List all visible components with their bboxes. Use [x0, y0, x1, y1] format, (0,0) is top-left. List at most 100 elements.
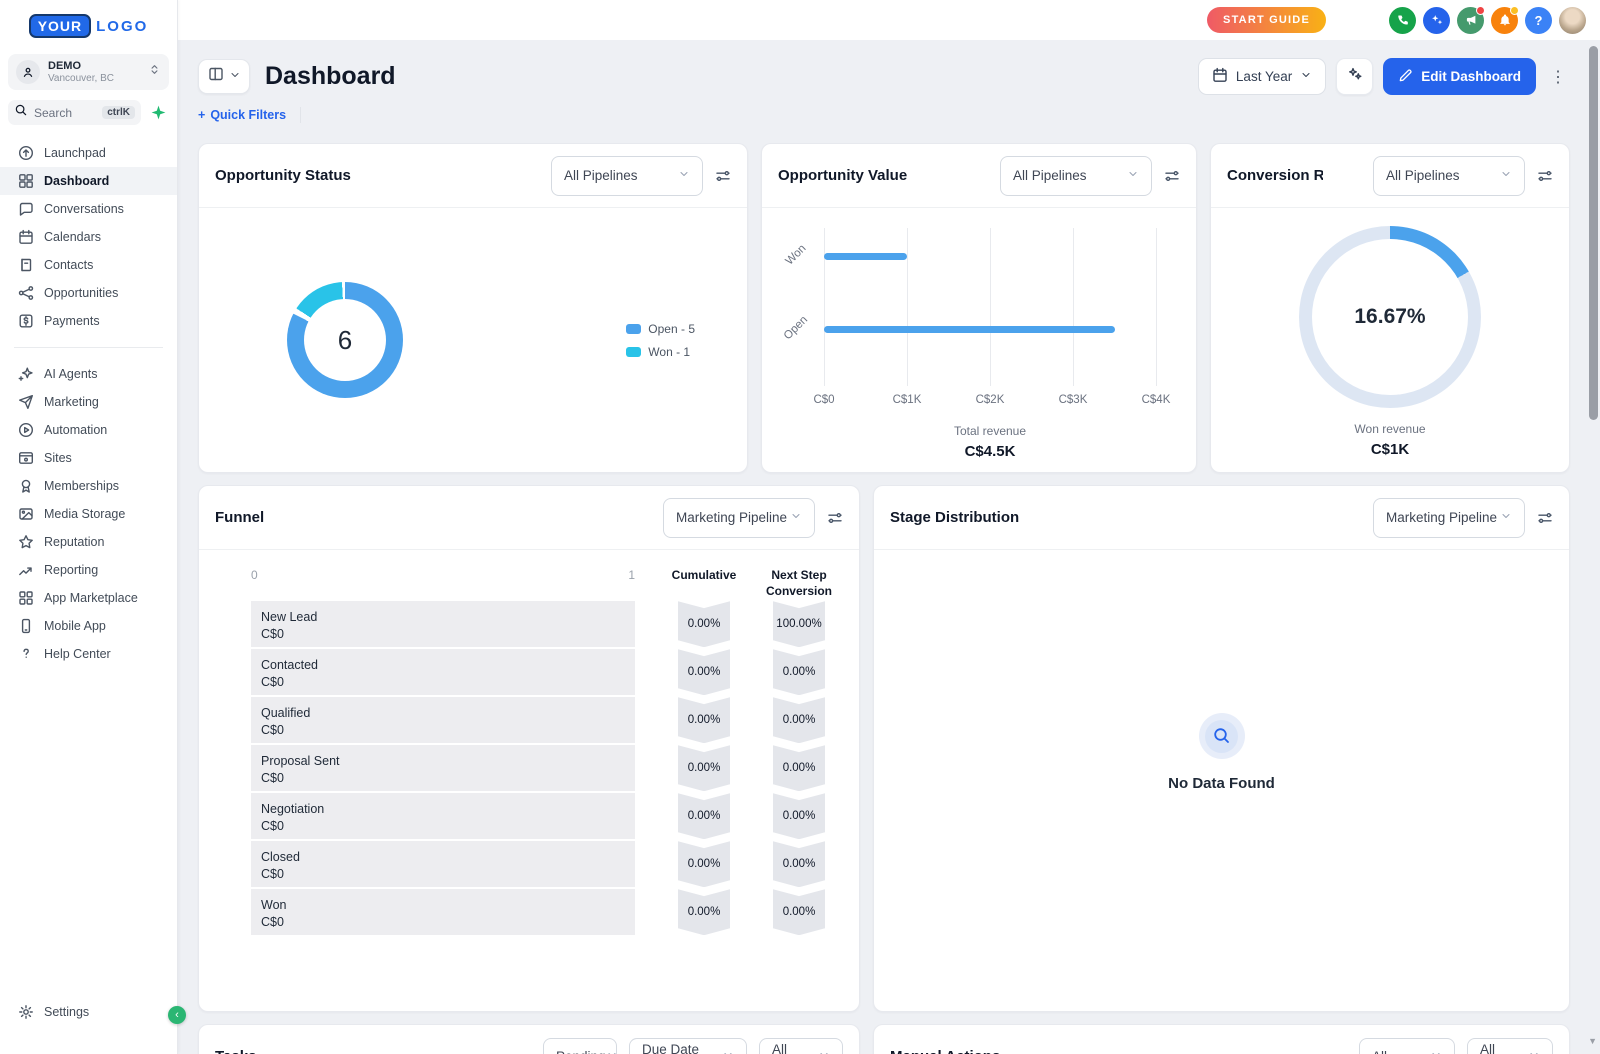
sidebar-item-reporting[interactable]: Reporting: [0, 556, 177, 584]
more-options-button[interactable]: ⋮: [1546, 58, 1570, 95]
funnel-stage-row[interactable]: NegotiationC$0: [251, 793, 635, 839]
sidebar-item-marketing[interactable]: Marketing: [0, 388, 177, 416]
funnel-col-next-step: Next Step Conversion: [756, 568, 842, 599]
plus-icon: +: [198, 108, 205, 122]
sidebar-item-automation[interactable]: Automation: [0, 416, 177, 444]
page-content: Dashboard Last Year Edit Dashboard ⋮: [178, 40, 1600, 1054]
help-icon-button[interactable]: ?: [1525, 7, 1552, 34]
sidebar-item-payments[interactable]: Payments: [0, 307, 177, 335]
tasks-sort-select[interactable]: Due Date (ASC): [629, 1038, 747, 1054]
date-range-value: Last Year: [1236, 69, 1292, 84]
sidebar-item-settings[interactable]: Settings: [0, 998, 177, 1026]
funnel-cumulative-cell: 0.00%: [678, 601, 730, 647]
widget-settings-icon[interactable]: [715, 168, 731, 184]
sites-icon: [18, 450, 34, 466]
sidebar-item-conversations[interactable]: Conversations: [0, 195, 177, 223]
funnel-cumulative-cell: 0.00%: [678, 793, 730, 839]
funnel-cumulative-cell: 0.00%: [678, 745, 730, 791]
marketing-icon: [18, 394, 34, 410]
sidebar-item-sites[interactable]: Sites: [0, 444, 177, 472]
sidebar-item-mobile-app[interactable]: Mobile App: [0, 612, 177, 640]
pipeline-select[interactable]: All Pipelines: [551, 156, 703, 196]
sidebar-nav-top: LaunchpadDashboardConversationsCalendars…: [0, 139, 177, 335]
pipeline-select[interactable]: All Pipelines: [1000, 156, 1152, 196]
dashboard-switcher-button[interactable]: [198, 59, 250, 94]
sidebar-item-memberships[interactable]: Memberships: [0, 472, 177, 500]
payments-icon: [18, 313, 34, 329]
conversations-icon: [18, 201, 34, 217]
funnel-next-step-cell: 100.00%: [773, 601, 825, 647]
funnel-stage-row[interactable]: QualifiedC$0: [251, 697, 635, 743]
sidebar-collapse-button[interactable]: ‹: [168, 1006, 186, 1024]
quick-filters-link[interactable]: + Quick Filters: [198, 108, 286, 122]
search-icon: [14, 103, 28, 122]
sidebar-item-dashboard[interactable]: Dashboard: [0, 167, 177, 195]
ai-assist-button[interactable]: [1336, 58, 1373, 95]
tasks-status-select[interactable]: Pending: [543, 1038, 617, 1054]
widget-settings-icon[interactable]: [1164, 168, 1180, 184]
memberships-icon: [18, 478, 34, 494]
chevron-down-icon: [229, 68, 241, 86]
sparkles-icon-button[interactable]: [1423, 7, 1450, 34]
start-guide-button[interactable]: START GUIDE: [1207, 7, 1326, 33]
legend-item: Open - 5: [626, 322, 695, 336]
sidebar-item-calendars[interactable]: Calendars: [0, 223, 177, 251]
sidebar-item-launchpad[interactable]: Launchpad: [0, 139, 177, 167]
vertical-scrollbar[interactable]: [1589, 46, 1598, 420]
x-axis-tick: C$1K: [893, 394, 922, 406]
app-marketplace-icon: [18, 590, 34, 606]
card-stage-distribution: Stage Distribution Marketing Pipeline No…: [873, 485, 1570, 1012]
search-input[interactable]: Search ctrlK: [8, 100, 141, 125]
megaphone-icon-button[interactable]: [1457, 7, 1484, 34]
chart-footer-label: Won revenue: [1354, 422, 1425, 436]
layout-icon: [208, 66, 224, 87]
pipeline-select[interactable]: Marketing Pipeline: [663, 498, 815, 538]
phone-icon-button[interactable]: [1389, 7, 1416, 34]
funnel-chart: 0 1 Cumulative Next Step Conversion New …: [199, 550, 859, 935]
edit-dashboard-button[interactable]: Edit Dashboard: [1383, 58, 1536, 95]
x-axis-tick: C$3K: [1059, 394, 1088, 406]
quick-filters-label: Quick Filters: [210, 108, 286, 122]
sidebar-item-media-storage[interactable]: Media Storage: [0, 500, 177, 528]
account-switcher[interactable]: DEMO Vancouver, BC: [8, 54, 169, 90]
avatar-button[interactable]: [1559, 7, 1586, 34]
funnel-stage-row[interactable]: New LeadC$0: [251, 601, 635, 647]
mobile-app-icon: [18, 618, 34, 634]
widget-settings-icon[interactable]: [827, 510, 843, 526]
sidebar-item-reputation[interactable]: Reputation: [0, 528, 177, 556]
date-range-select[interactable]: Last Year: [1198, 58, 1326, 95]
tasks-users-select[interactable]: All Users: [759, 1038, 843, 1054]
card-title: Opportunity Status: [215, 167, 351, 184]
chart-footer-value: C$1K: [1354, 441, 1425, 458]
funnel-next-step-cell: 0.00%: [773, 889, 825, 935]
widget-settings-icon[interactable]: [1537, 168, 1553, 184]
logo-text: LOGO: [96, 18, 148, 35]
actions-type-select[interactable]: All: [1359, 1038, 1455, 1054]
settings-label: Settings: [44, 1005, 89, 1019]
funnel-stage-row[interactable]: Proposal SentC$0: [251, 745, 635, 791]
bell-icon-button[interactable]: [1491, 7, 1518, 34]
funnel-stage-row[interactable]: ClosedC$0: [251, 841, 635, 887]
sidebar-item-opportunities[interactable]: Opportunities: [0, 279, 177, 307]
actions-users-select[interactable]: All Users: [1467, 1038, 1553, 1054]
funnel-stage-row[interactable]: WonC$0: [251, 889, 635, 935]
sidebar-item-ai-agents[interactable]: AI Agents: [0, 360, 177, 388]
x-axis-tick: C$2K: [976, 394, 1005, 406]
funnel-stage-row[interactable]: ContactedC$0: [251, 649, 635, 695]
pipeline-select[interactable]: All Pipelines: [1373, 156, 1525, 196]
sidebar-item-help-center[interactable]: Help Center: [0, 640, 177, 668]
logo-badge: YOUR: [29, 14, 91, 38]
reporting-icon: [18, 562, 34, 578]
sidebar-item-app-marketplace[interactable]: App Marketplace: [0, 584, 177, 612]
chart-legend: Open - 5 Won - 1: [626, 322, 695, 359]
legend-item: Won - 1: [626, 345, 695, 359]
main-area: START GUIDE ? Dashboard Last Year: [178, 0, 1600, 1054]
funnel-next-step-cell: 0.00%: [773, 841, 825, 887]
card-opportunity-value: Opportunity Value All Pipelines WonOpen …: [761, 143, 1197, 473]
topbar: START GUIDE ?: [178, 0, 1600, 40]
sidebar-item-contacts[interactable]: Contacts: [0, 251, 177, 279]
logo: YOUR LOGO: [0, 0, 177, 48]
ai-spark-button[interactable]: [147, 102, 169, 124]
opportunities-icon: [18, 285, 34, 301]
scrollbar-down-arrow[interactable]: ▼: [1588, 1036, 1597, 1046]
